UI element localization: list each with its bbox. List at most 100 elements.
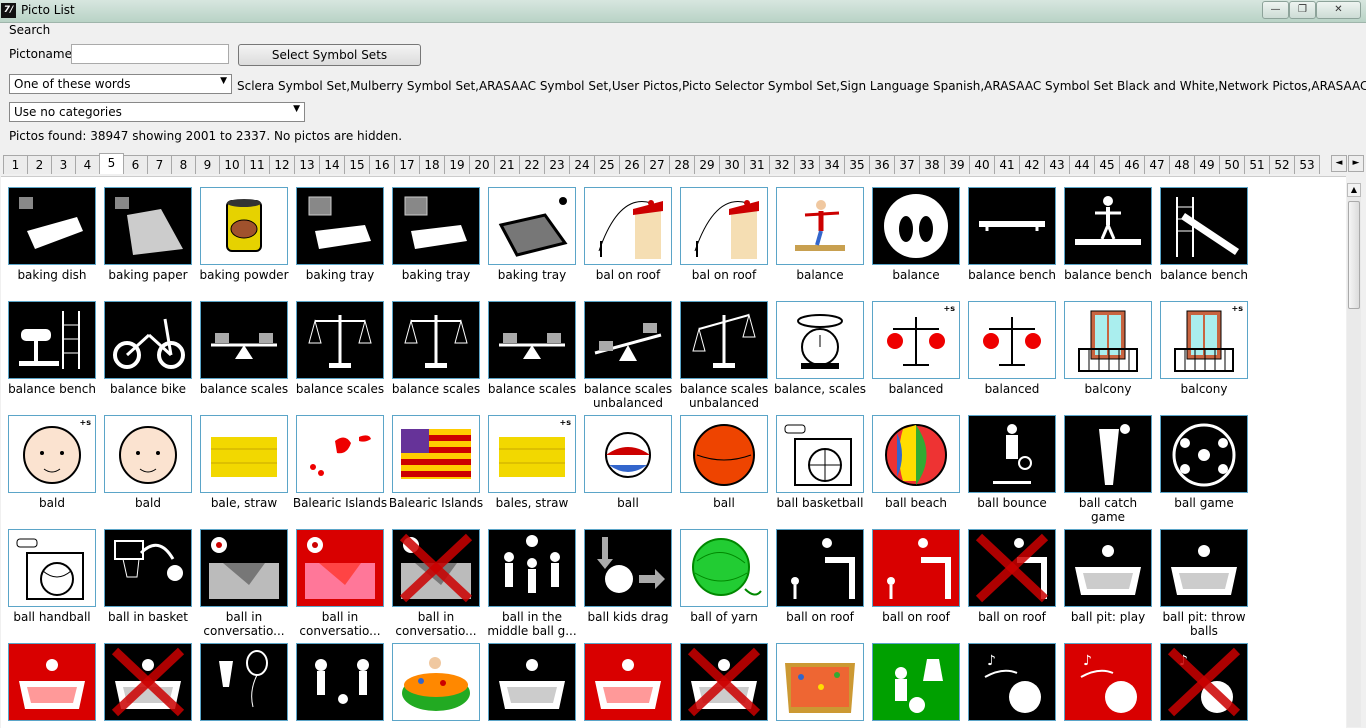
picto-item[interactable]: ball on roof [776,529,872,643]
picto-image-pool-color2-icon[interactable] [776,643,864,721]
picto-item[interactable] [296,643,392,728]
picto-item[interactable]: bale, straw [200,415,296,529]
picto-item[interactable]: ball pit: play [1064,529,1160,643]
picto-item[interactable]: balance scales [488,301,584,415]
page-tab-46[interactable]: 46 [1119,155,1145,174]
picto-item[interactable] [584,643,680,728]
picto-item[interactable]: ball bounce [968,415,1064,529]
picto-item[interactable]: ball kids drag [584,529,680,643]
page-tab-8[interactable]: 8 [171,155,196,174]
page-tab-28[interactable]: 28 [669,155,695,174]
picto-image-paper-icon[interactable] [104,187,192,265]
picto-item[interactable]: +s balanced [872,301,968,415]
page-tab-4[interactable]: 4 [75,155,100,174]
page-tab-11[interactable]: 11 [244,155,270,174]
picto-item[interactable]: balance, scales [774,301,872,415]
picto-image-middle-icon[interactable] [488,529,576,607]
picto-image-red-scale-icon[interactable] [968,301,1056,379]
picto-item[interactable]: ♪ [1064,643,1160,728]
picto-item[interactable]: ball handball [8,529,104,643]
picto-item[interactable]: ball in conversatio... [200,529,296,643]
picto-item[interactable]: balance [776,187,872,301]
picto-item[interactable]: balcony [1064,301,1160,415]
picto-image-scale-tilt-icon[interactable] [680,301,768,379]
picto-image-pit-grey-icon[interactable] [200,529,288,607]
picto-item[interactable]: baking paper [104,187,200,301]
pictoname-input[interactable] [71,44,229,64]
picto-item[interactable] [488,643,584,728]
picto-image-basketball-icon[interactable] [776,415,864,493]
picto-item[interactable] [8,643,104,728]
page-tab-1[interactable]: 1 [3,155,28,174]
picto-image-tray-color-icon[interactable] [488,187,576,265]
picto-image-flag-icon[interactable] [392,415,480,493]
page-tab-7[interactable]: 7 [147,155,172,174]
page-tab-49[interactable]: 49 [1194,155,1220,174]
page-tab-38[interactable]: 38 [919,155,945,174]
picto-item[interactable]: ball catch game [1064,415,1160,529]
picto-image-roof-red-icon[interactable] [872,529,960,607]
picto-item[interactable]: ball game [1160,415,1256,529]
picto-image-roof-color-icon[interactable] [680,187,768,265]
picto-item[interactable]: ball [680,415,776,529]
picto-item[interactable]: ♪ [1160,643,1256,728]
picto-item[interactable]: bal on roof [584,187,680,301]
maximize-button[interactable]: ❐ [1289,1,1316,19]
picto-image-red-scale-icon[interactable]: +s [872,301,960,379]
page-tab-52[interactable]: 52 [1269,155,1295,174]
picto-item[interactable]: bald [104,415,200,529]
picto-image-tray-icon[interactable] [296,187,384,265]
page-tab-16[interactable]: 16 [369,155,395,174]
picto-image-scale-icon[interactable] [296,301,384,379]
picto-image-bike-icon[interactable] [104,301,192,379]
vertical-scrollbar[interactable]: ▲ [1347,183,1361,727]
picto-item[interactable]: ball basketball [776,415,872,529]
picto-item[interactable] [680,643,776,728]
picto-image-music-ball-icon[interactable]: ♪ [968,643,1056,721]
picto-image-kick-icon[interactable] [296,643,384,721]
picto-image-bench-icon[interactable] [968,187,1056,265]
picto-image-ballpit-icon[interactable] [488,643,576,721]
picto-item[interactable]: baking tray [392,187,488,301]
page-tab-51[interactable]: 51 [1244,155,1270,174]
page-tab-42[interactable]: 42 [1019,155,1045,174]
select-symbol-sets-button[interactable]: Select Symbol Sets [238,44,421,66]
picto-image-hoop-icon[interactable] [104,529,192,607]
picto-item[interactable]: +s bales, straw [488,415,584,529]
picto-image-straw-icon[interactable]: +s [488,415,576,493]
picto-item[interactable]: ball of yarn [680,529,776,643]
picto-item[interactable]: ball on roof [968,529,1064,643]
picto-image-ballpit-icon[interactable] [1160,529,1248,607]
page-tab-40[interactable]: 40 [969,155,995,174]
page-tab-15[interactable]: 15 [344,155,370,174]
picto-image-pommel-icon[interactable] [8,301,96,379]
picto-image-yarn-icon[interactable] [680,529,768,607]
picto-item[interactable]: ball beach [872,415,968,529]
picto-image-roof-color-icon[interactable] [584,187,672,265]
page-tab-18[interactable]: 18 [419,155,445,174]
picto-image-circle-game-icon[interactable] [1160,415,1248,493]
picto-item[interactable] [872,643,968,728]
picto-image-roof-cross-icon[interactable] [968,529,1056,607]
picto-item[interactable]: ball in the middle ball g... [487,529,584,643]
picto-item[interactable] [200,643,296,728]
page-tab-35[interactable]: 35 [844,155,870,174]
picto-item[interactable]: bal on roof [680,187,776,301]
page-tab-9[interactable]: 9 [195,155,220,174]
picto-item[interactable]: +s balcony [1160,301,1256,415]
picto-item[interactable]: balance bike [104,301,200,415]
page-tab-34[interactable]: 34 [819,155,845,174]
picto-image-bell-icon[interactable] [872,643,960,721]
picto-image-music-ball-cross-icon[interactable]: ♪ [1160,643,1248,721]
picto-item[interactable] [104,643,200,728]
page-tab-3[interactable]: 3 [51,155,76,174]
page-tab-26[interactable]: 26 [619,155,645,174]
picto-image-wallbars-icon[interactable] [1160,187,1248,265]
page-tab-48[interactable]: 48 [1169,155,1195,174]
picto-item[interactable]: balance bench [1160,187,1256,301]
picto-image-ballpit-icon[interactable] [1064,529,1152,607]
word-mode-select[interactable]: One of these words ▼ [9,74,232,94]
picto-item[interactable]: ball in conversatio... [392,529,488,643]
picto-item[interactable]: balance bench [968,187,1064,301]
picto-image-seesaw-icon[interactable] [488,301,576,379]
